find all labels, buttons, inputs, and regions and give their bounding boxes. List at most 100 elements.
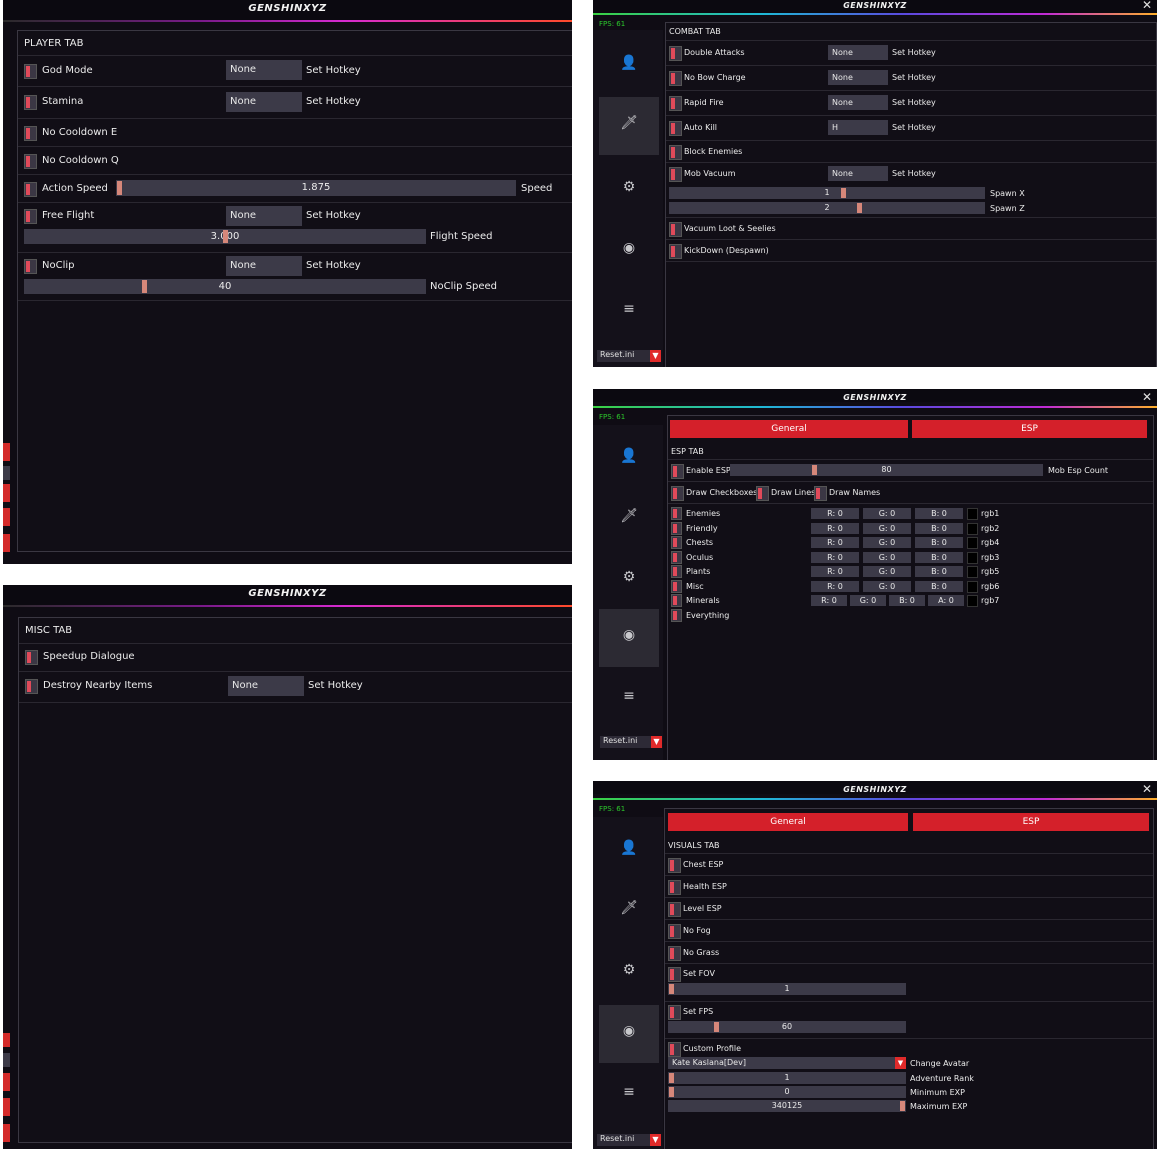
draw-names-checkbox[interactable] [814,486,827,501]
tab-menu[interactable]: ≡ [599,670,659,728]
slider-grab[interactable] [142,280,147,293]
tab-visuals[interactable]: ◉ [599,609,659,667]
tab-player[interactable]: 👤 [599,430,659,488]
no-grass-checkbox[interactable] [668,946,681,961]
god-mode-hotkey-combo[interactable]: None [226,60,302,80]
red-value-input[interactable]: R: 0 [811,551,859,563]
custom-profile-checkbox[interactable] [668,1042,681,1057]
red-value-input[interactable]: R: 0 [811,580,859,592]
vacuum-loot-checkbox[interactable] [669,222,682,237]
green-value-input[interactable]: G: 0 [863,537,911,548]
green-value-input[interactable]: G: 0 [863,551,911,563]
blue-value-input[interactable]: B: 0 [915,537,963,548]
min-exp-slider[interactable]: 0 [668,1086,906,1098]
no-cooldown-e-checkbox[interactable] [24,126,37,141]
green-value-input[interactable]: G: 0 [863,508,911,519]
color-swatch[interactable] [967,522,978,535]
green-value-input[interactable]: G: 0 [863,522,911,534]
red-value-input[interactable]: R: 0 [811,508,859,519]
no-bow-charge-hotkey-combo[interactable]: None [828,70,888,85]
esp-row-checkbox[interactable] [671,536,682,549]
tab-combat[interactable]: 🗡 [599,490,659,548]
no-bow-charge-checkbox[interactable] [669,71,682,86]
double-attacks-checkbox[interactable] [669,46,682,61]
blue-value-input[interactable]: B: 0 [915,566,963,577]
set-fov-checkbox[interactable] [668,967,681,982]
tab-esp[interactable]: ESP [913,813,1149,831]
tab-general[interactable]: General [668,813,908,831]
color-swatch[interactable] [967,566,978,578]
blue-value-input[interactable]: B: 0 [915,580,963,592]
mob-vacuum-checkbox[interactable] [669,167,682,182]
tab-general[interactable]: General [670,420,908,438]
minerals-checkbox[interactable] [671,594,682,607]
noclip-speed-slider[interactable]: 40 [24,279,426,294]
noclip-checkbox[interactable] [24,259,37,274]
esp-row-checkbox[interactable] [671,507,682,520]
tab-esp[interactable]: ESP [912,420,1147,438]
slider-grab[interactable] [900,1101,905,1111]
close-icon[interactable]: ✕ [1142,782,1152,796]
no-cooldown-q-checkbox[interactable] [24,154,37,169]
adventure-rank-slider[interactable]: 1 [668,1072,906,1084]
tab-menu[interactable]: ≡ [599,1066,659,1124]
draw-lines-checkbox[interactable] [756,486,769,501]
avatar-select[interactable]: Kate Kaslana[Dev] ▼ [668,1057,906,1069]
close-icon[interactable]: ✕ [1142,0,1152,12]
destroy-items-hotkey-combo[interactable]: None [228,676,304,696]
slider-grab[interactable] [223,230,228,243]
esp-row-checkbox[interactable] [671,550,682,564]
slider-grab[interactable] [812,465,817,475]
action-speed-slider[interactable]: 1.875 [116,180,516,196]
flight-speed-slider[interactable]: 3.000 [24,229,426,244]
tab-visuals[interactable]: ◉ [599,222,659,280]
free-flight-checkbox[interactable] [24,209,37,224]
tab-settings[interactable]: ⚙ [599,551,659,609]
auto-kill-checkbox[interactable] [669,121,682,136]
esp-row-checkbox[interactable] [671,565,682,578]
tab-player[interactable]: 👤 [599,822,659,880]
color-swatch[interactable] [967,551,978,564]
blue-value-input[interactable]: B: 0 [915,522,963,534]
tab-menu[interactable]: ≡ [599,283,659,341]
tab-combat[interactable]: 🗡 [599,882,659,940]
slider-grab[interactable] [857,203,862,213]
color-swatch[interactable] [967,508,978,520]
slider-grab[interactable] [714,1022,719,1032]
green-value-input[interactable]: G: 0 [863,580,911,592]
chest-esp-checkbox[interactable] [668,858,681,873]
set-fps-checkbox[interactable] [668,1005,681,1020]
reset-ini-dropdown[interactable]: Reset.ini ▼ [600,736,662,748]
close-icon[interactable]: ✕ [1142,390,1152,404]
tab-settings[interactable]: ⚙ [599,161,659,219]
reset-ini-dropdown[interactable]: Reset.ini ▼ [597,350,661,362]
red-value-input[interactable]: R: 0 [811,595,847,606]
rapid-fire-checkbox[interactable] [669,96,682,111]
enable-esp-checkbox[interactable] [671,464,684,479]
spawn-z-slider[interactable]: 2 [669,202,985,214]
slider-grab[interactable] [669,1087,674,1097]
level-esp-checkbox[interactable] [668,902,681,917]
stamina-checkbox[interactable] [24,95,37,110]
no-fog-checkbox[interactable] [668,924,681,939]
mob-vacuum-hotkey-combo[interactable]: None [828,166,888,181]
kickdown-checkbox[interactable] [669,244,682,259]
draw-checkboxes-checkbox[interactable] [671,486,684,501]
esp-row-checkbox[interactable] [671,521,682,535]
spawn-x-slider[interactable]: 1 [669,187,985,199]
double-attacks-hotkey-combo[interactable]: None [828,45,888,60]
stamina-hotkey-combo[interactable]: None [226,92,302,112]
mob-esp-count-slider[interactable]: 80 [730,464,1043,476]
blue-value-input[interactable]: B: 0 [889,595,925,606]
color-swatch[interactable] [967,537,978,549]
green-value-input[interactable]: G: 0 [850,595,886,606]
tab-combat[interactable]: 🗡 [599,97,659,155]
tab-visuals[interactable]: ◉ [599,1005,659,1063]
god-mode-checkbox[interactable] [24,64,37,79]
blue-value-input[interactable]: B: 0 [915,508,963,519]
slider-grab[interactable] [117,181,122,195]
destroy-items-checkbox[interactable] [25,679,38,694]
action-speed-checkbox[interactable] [24,182,37,197]
reset-ini-dropdown[interactable]: Reset.ini ▼ [597,1134,661,1146]
fov-slider[interactable]: 1 [668,983,906,995]
